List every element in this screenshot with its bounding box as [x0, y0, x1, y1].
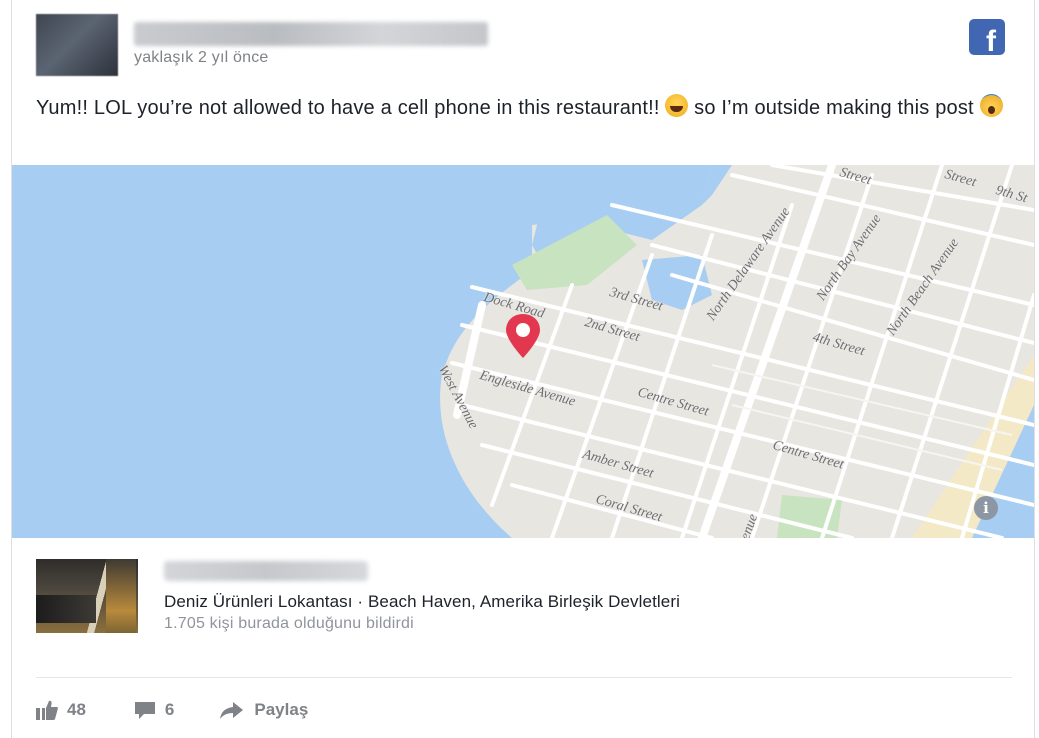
place-thumbnail[interactable]	[36, 559, 138, 633]
share-label: Paylaş	[254, 700, 309, 719]
place-name[interactable]: ████ ████ ███	[164, 561, 368, 581]
map-pin-icon[interactable]	[499, 312, 547, 360]
thumbs-up-icon	[36, 700, 58, 720]
action-bar: 48 6 Paylaş	[36, 697, 356, 723]
post-text-part1: Yum!! LOL you’re not allowed to have a c…	[36, 97, 666, 119]
like-count: 48	[67, 700, 86, 719]
rolling-laughing-emoji-icon	[665, 94, 689, 117]
map-info-icon[interactable]: i	[974, 496, 998, 520]
share-arrow-icon	[220, 702, 244, 719]
place-category: Deniz Ürünleri Lokantası · Beach Haven, …	[164, 592, 680, 611]
facebook-logo-icon[interactable]: f	[969, 19, 1005, 55]
place-checkins: 1.705 kişi burada olduğunu bildirdi	[164, 615, 414, 632]
author-name[interactable]: ████████████	[134, 22, 488, 46]
post-text-part2: so I’m outside making this post	[688, 97, 980, 119]
actions-divider	[36, 677, 1012, 678]
like-button[interactable]: 48	[36, 700, 86, 720]
facebook-logo-letter: f	[986, 25, 996, 56]
comment-count: 6	[164, 700, 175, 719]
author-avatar[interactable]	[36, 14, 118, 76]
comment-icon	[134, 702, 155, 719]
post-timestamp[interactable]: yaklaşık 2 yıl önce	[134, 49, 269, 67]
screaming-emoji-icon	[979, 94, 1003, 117]
post-text: Yum!! LOL you’re not allowed to have a c…	[36, 92, 1016, 125]
comment-button[interactable]: 6	[134, 700, 174, 720]
share-button[interactable]: Paylaş	[219, 700, 308, 720]
